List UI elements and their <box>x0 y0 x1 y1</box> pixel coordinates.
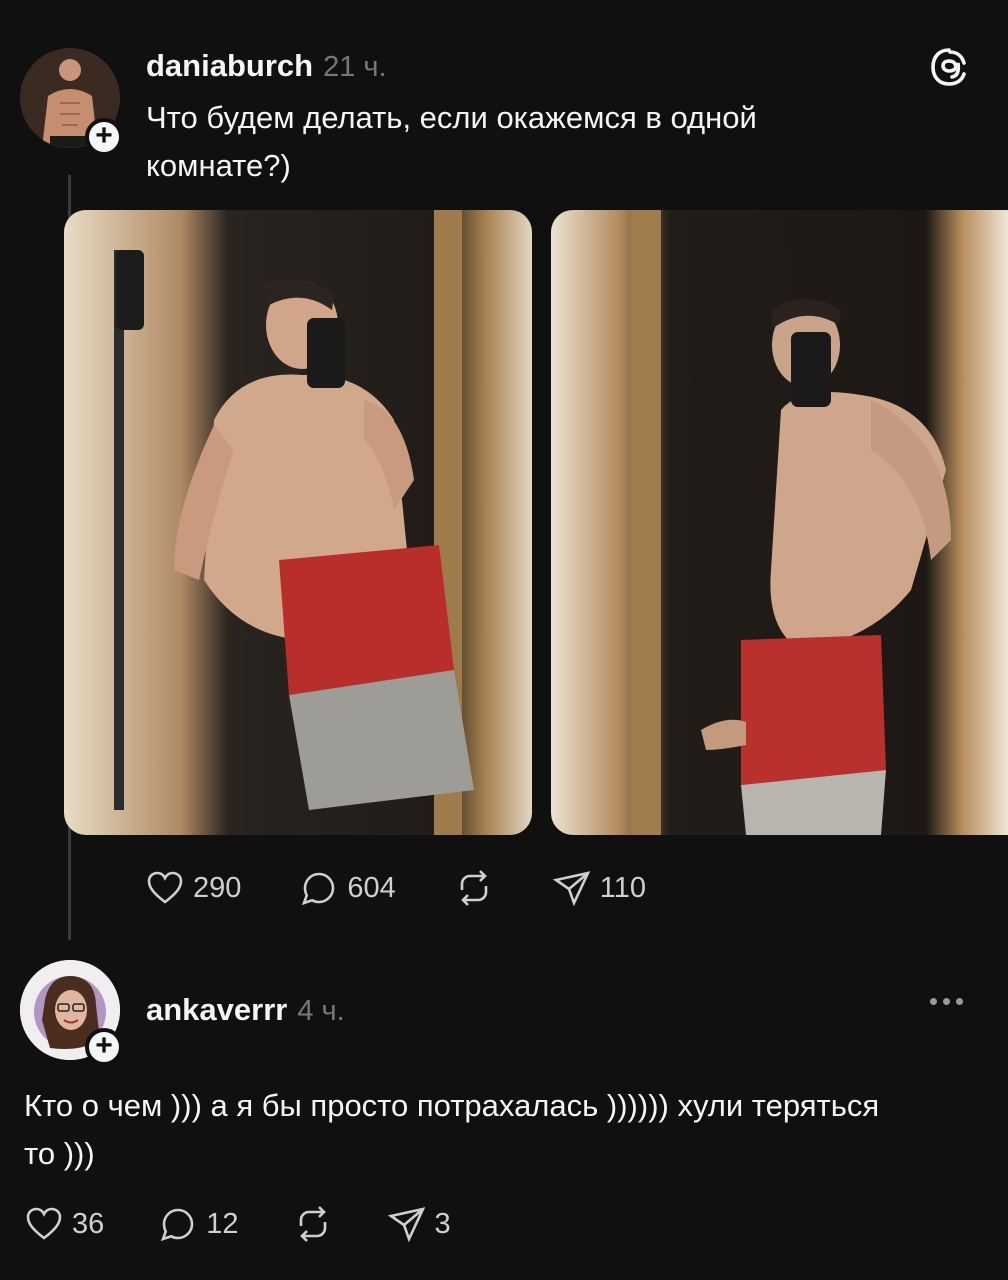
reply-actions: 36 12 3 <box>24 1204 451 1244</box>
reply-text: Кто о чем ))) а я бы просто потрахалась … <box>24 1088 880 1171</box>
like-count: 290 <box>193 871 242 904</box>
comment-button[interactable]: 12 <box>158 1204 239 1244</box>
share-button[interactable]: 3 <box>387 1204 451 1244</box>
threads-logo-icon[interactable] <box>928 46 970 88</box>
share-count: 110 <box>599 871 647 904</box>
comment-button[interactable]: 604 <box>299 868 396 908</box>
post-timestamp: 21 ч. <box>323 51 387 83</box>
follow-plus-button[interactable]: + <box>85 118 123 156</box>
send-icon <box>387 1207 425 1243</box>
post-author-username[interactable]: daniaburch <box>146 48 313 84</box>
repost-icon <box>299 1206 326 1242</box>
post-actions: 290 604 110 <box>145 868 646 908</box>
share-button[interactable]: 110 <box>552 868 646 908</box>
post-header: daniaburch 21 ч. <box>146 48 387 84</box>
follow-plus-button[interactable]: + <box>85 1028 123 1066</box>
share-count: 3 <box>434 1207 451 1240</box>
post-photo-1[interactable] <box>64 210 532 835</box>
comment-count: 12 <box>206 1207 239 1240</box>
like-button[interactable]: 290 <box>145 868 241 908</box>
like-button[interactable]: 36 <box>24 1204 104 1244</box>
reply-header: ankaverrr 4 ч. <box>146 992 345 1028</box>
more-options-icon[interactable] <box>930 998 963 1005</box>
comment-count: 604 <box>347 871 396 904</box>
post-text: Что будем делать, если окажемся в одной … <box>146 100 757 183</box>
repost-button[interactable] <box>293 1204 333 1244</box>
reply-timestamp: 4 ч. <box>297 995 345 1027</box>
repost-button[interactable] <box>454 868 494 908</box>
repost-icon <box>460 870 488 906</box>
send-icon <box>552 871 591 907</box>
reply-author-username[interactable]: ankaverrr <box>146 992 287 1028</box>
like-count: 36 <box>72 1207 105 1240</box>
post-photo-2[interactable] <box>551 210 1008 835</box>
comment-icon <box>161 1208 194 1242</box>
heart-icon <box>147 871 183 904</box>
heart-icon <box>26 1207 62 1240</box>
comment-icon <box>302 872 335 906</box>
